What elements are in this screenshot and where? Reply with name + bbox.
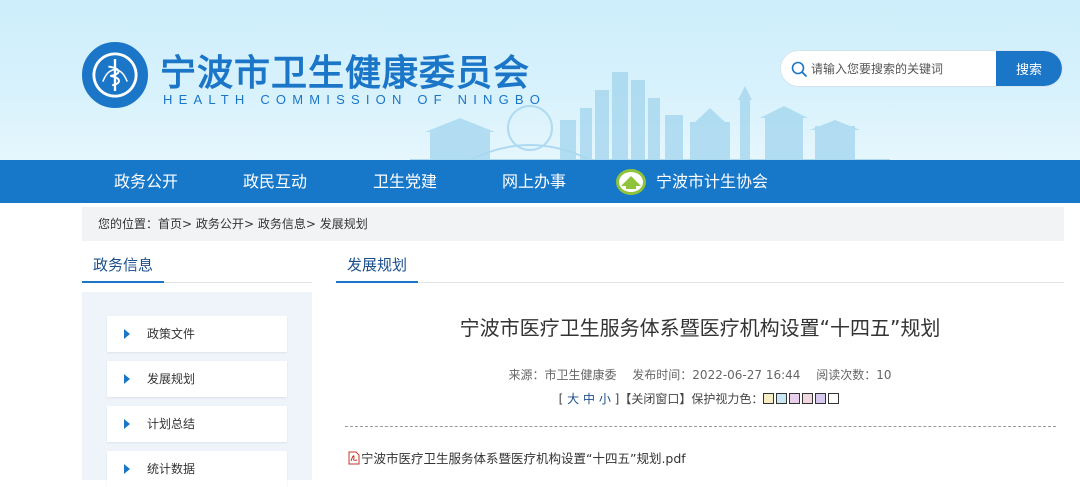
- site-header: 宁波市卫生健康委员会 HEALTH COMMISSION OF NINGBO 搜…: [0, 0, 1080, 160]
- breadcrumb-prefix: 您的位置：: [98, 217, 159, 231]
- article-meta: 来源：市卫生健康委 发布时间：2022-06-27 16:44 阅读次数：10: [336, 366, 1064, 383]
- breadcrumb-dev-plan[interactable]: 发展规划: [320, 217, 368, 231]
- breadcrumb-gov-info[interactable]: 政务信息: [258, 217, 306, 231]
- article-source: 来源：市卫生健康委: [508, 368, 617, 382]
- breadcrumb-gov-affairs[interactable]: 政务公开: [196, 217, 244, 231]
- content-header: 发展规划: [336, 252, 1064, 283]
- main-nav: 政务公开 政民互动 卫生党建 网上办事 宁波市计生协会: [0, 160, 1080, 203]
- eye-color-swatch-4[interactable]: [802, 393, 814, 404]
- font-size-bracket: [: [558, 392, 568, 406]
- article-view-count: 阅读次数：10: [816, 368, 892, 382]
- sidebar-item-statistics[interactable]: 统计数据: [107, 451, 287, 487]
- sidebar-menu: 政策文件 发展规划 计划总结 统计数据: [82, 292, 312, 487]
- health-emblem-icon: [82, 42, 148, 108]
- breadcrumb-separator: >: [243, 217, 254, 231]
- font-size-small[interactable]: 小: [599, 392, 611, 406]
- eye-color-swatch-2[interactable]: [776, 393, 788, 404]
- triangle-right-icon: [124, 419, 130, 429]
- breadcrumb-home[interactable]: 首页: [158, 217, 182, 231]
- sidebar-item-dev-plan[interactable]: 发展规划: [107, 361, 287, 397]
- triangle-right-icon: [124, 464, 130, 474]
- close-window-link[interactable]: 【关闭窗口】: [619, 392, 691, 406]
- article-tools: [ 大 中 小 ]【关闭窗口】保护视力色：: [336, 390, 1064, 407]
- search-button[interactable]: 搜索: [996, 51, 1062, 86]
- pdf-icon: [348, 451, 360, 465]
- family-planning-logo-icon: [616, 169, 646, 195]
- eye-color-swatches: [763, 392, 841, 406]
- attachment-filename: 宁波市医疗卫生服务体系暨医疗机构设置“十四五”规划.pdf: [361, 451, 686, 466]
- search-box: 搜索: [780, 50, 1063, 87]
- sidebar-item-plan-summary[interactable]: 计划总结: [107, 406, 287, 442]
- font-size-medium[interactable]: 中: [583, 392, 595, 406]
- content-divider: [345, 426, 1056, 427]
- site-title: 宁波市卫生健康委员会: [160, 53, 531, 94]
- sidebar-item-label: 发展规划: [147, 372, 196, 386]
- eye-protect-label: 保护视力色：: [691, 392, 764, 406]
- attachment-link[interactable]: 宁波市医疗卫生服务体系暨医疗机构设置“十四五”规划.pdf: [348, 448, 686, 467]
- breadcrumb-separator: >: [182, 217, 193, 231]
- sidebar-header: 政务信息: [82, 252, 312, 283]
- sidebar-item-label: 计划总结: [147, 417, 196, 431]
- breadcrumb-separator: >: [305, 217, 316, 231]
- nav-item-online-service[interactable]: 网上办事: [502, 160, 566, 203]
- nav-item-interaction[interactable]: 政民互动: [243, 160, 307, 203]
- article-publish-time: 发布时间：2022-06-27 16:44: [632, 368, 801, 382]
- section-title: 发展规划: [336, 252, 418, 283]
- nav-item-gov-affairs[interactable]: 政务公开: [114, 160, 178, 203]
- site-subtitle: HEALTH COMMISSION OF NINGBO: [163, 92, 547, 107]
- eye-color-swatch-1[interactable]: [763, 393, 775, 404]
- eye-color-swatch-3[interactable]: [789, 393, 801, 404]
- nav-item-party-building[interactable]: 卫生党建: [373, 160, 437, 203]
- triangle-right-icon: [124, 374, 130, 384]
- breadcrumb: 您的位置：首页> 政务公开> 政务信息> 发展规划: [82, 207, 1064, 241]
- triangle-right-icon: [124, 329, 130, 339]
- sidebar-item-label: 统计数据: [147, 462, 196, 476]
- sidebar-item-label: 政策文件: [147, 327, 196, 341]
- article-title: 宁波市医疗卫生服务体系暨医疗机构设置“十四五”规划: [459, 316, 941, 340]
- font-size-large[interactable]: 大: [567, 392, 579, 406]
- sidebar-title: 政务信息: [82, 252, 164, 283]
- search-input[interactable]: [811, 51, 997, 86]
- eye-color-swatch-6[interactable]: [828, 393, 840, 404]
- eye-color-swatch-5[interactable]: [815, 393, 827, 404]
- nav-item-family-planning-association[interactable]: 宁波市计生协会: [656, 160, 768, 203]
- sidebar-item-policy-docs[interactable]: 政策文件: [107, 316, 287, 352]
- search-icon: [791, 61, 807, 77]
